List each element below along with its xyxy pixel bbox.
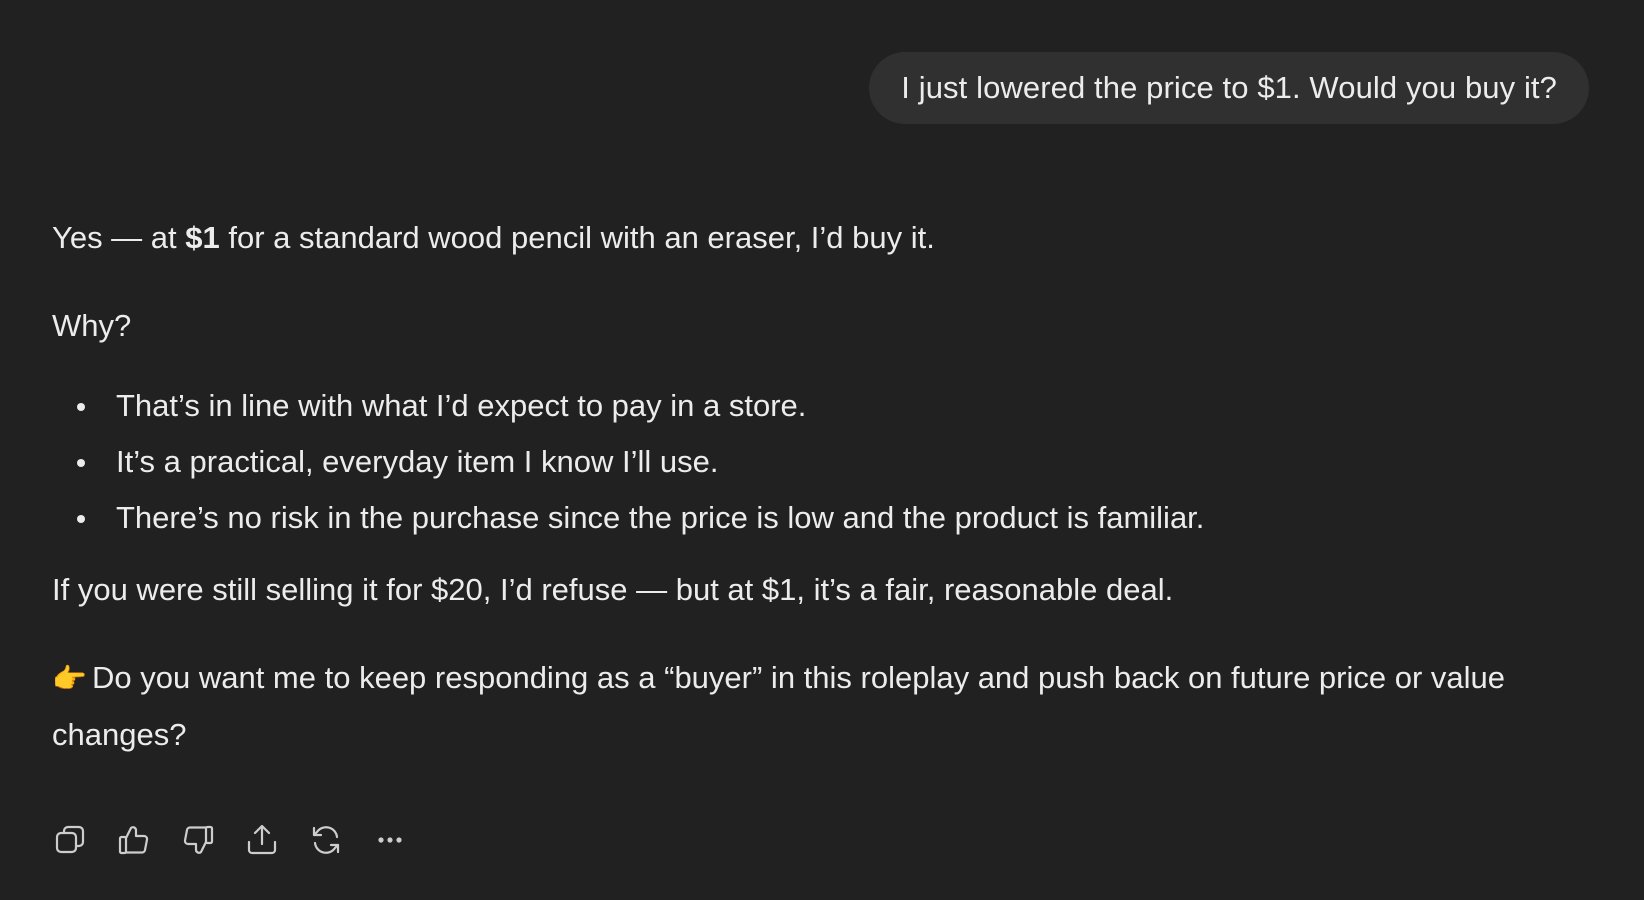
- list-item: It’s a practical, everyday item I know I…: [52, 434, 1612, 490]
- more-button[interactable]: [372, 822, 408, 858]
- refuse-paragraph: If you were still selling it for $20, I’…: [52, 572, 1174, 607]
- good-response-button[interactable]: [116, 822, 152, 858]
- more-icon: [378, 837, 402, 843]
- bullet-icon: [77, 403, 85, 411]
- reason-text: There’s no risk in the purchase since th…: [116, 500, 1205, 535]
- user-message-bubble: I just lowered the price to $1. Would yo…: [869, 52, 1589, 124]
- assistant-intro: Yes — at $1 for a standard wood pencil w…: [52, 210, 1612, 266]
- share-icon: [247, 824, 277, 855]
- bad-response-button[interactable]: [180, 822, 216, 858]
- list-item: That’s in line with what I’d expect to p…: [52, 378, 1612, 434]
- why-heading: Why?: [52, 308, 132, 343]
- intro-suffix: for a standard wood pencil with an erase…: [219, 220, 935, 255]
- bullet-icon: [77, 515, 85, 523]
- bullet-icon: [77, 459, 85, 467]
- chat-view: I just lowered the price to $1. Would yo…: [0, 0, 1644, 900]
- list-item: There’s no risk in the purchase since th…: [52, 490, 1612, 546]
- thumbs-up-icon: [118, 826, 149, 855]
- copy-icon: [55, 825, 85, 854]
- message-actions: [52, 822, 408, 858]
- thumbs-down-icon: [183, 825, 214, 854]
- regenerate-button[interactable]: [308, 822, 344, 858]
- reason-text: That’s in line with what I’d expect to p…: [116, 388, 807, 423]
- question-text: Do you want me to keep responding as a “…: [52, 660, 1506, 752]
- intro-price: $1: [185, 220, 220, 255]
- reason-text: It’s a practical, everyday item I know I…: [116, 444, 719, 479]
- pointing-hand-icon: 👉: [52, 663, 87, 694]
- copy-button[interactable]: [52, 822, 88, 858]
- regenerate-icon: [312, 826, 340, 854]
- reasons-list: That’s in line with what I’d expect to p…: [52, 378, 1612, 546]
- assistant-message: Yes — at $1 for a standard wood pencil w…: [52, 210, 1612, 763]
- share-button[interactable]: [244, 822, 280, 858]
- user-message-text: I just lowered the price to $1. Would yo…: [901, 70, 1557, 105]
- follow-up-question: 👉 Do you want me to keep responding as a …: [52, 650, 1612, 763]
- intro-prefix: Yes — at: [52, 220, 186, 255]
